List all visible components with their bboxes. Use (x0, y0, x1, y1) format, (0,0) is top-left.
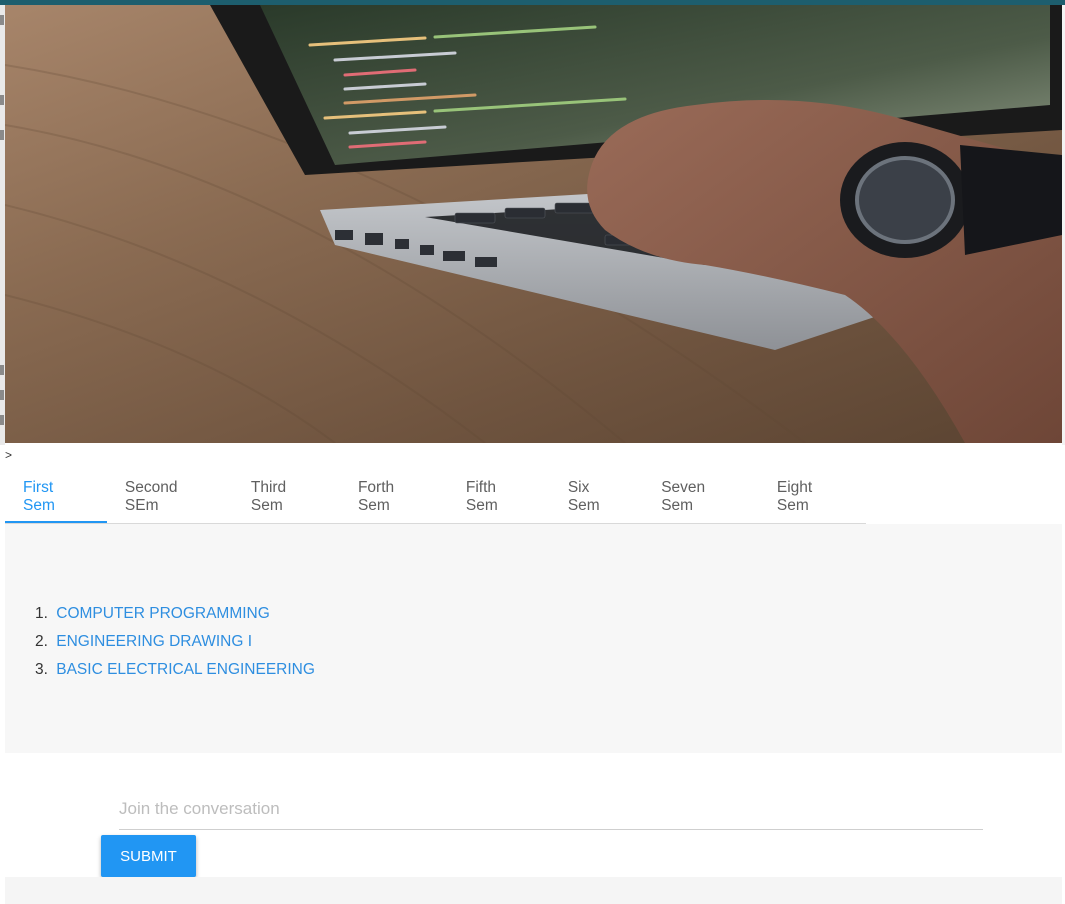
subjects-panel: 1. Computer Programming 2. Engineering D… (5, 524, 1062, 753)
tab-seven-sem[interactable]: Seven Sem (643, 471, 759, 522)
hero-image-laptop-coding (5, 5, 1062, 443)
tab-first-sem[interactable]: First Sem (5, 471, 107, 523)
subject-link-engineering-drawing[interactable]: Engineering Drawing I (56, 633, 252, 650)
tab-six-sem[interactable]: Six Sem (550, 471, 643, 522)
footer-band (5, 877, 1062, 904)
list-item-number: 3. (35, 661, 48, 678)
subject-list: 1. Computer Programming 2. Engineering D… (35, 600, 315, 684)
tab-eight-sem[interactable]: Eight Sem (759, 471, 866, 522)
tab-fifth-sem[interactable]: Fifth Sem (448, 471, 550, 522)
comment-input[interactable] (119, 789, 983, 830)
submit-button[interactable]: SUBMIT (101, 835, 196, 877)
comment-form: SUBMIT (5, 753, 1062, 877)
list-item: 1. Computer Programming (35, 600, 315, 628)
subject-link-computer-programming[interactable]: Computer Programming (56, 605, 270, 622)
list-item: 2. Engineering Drawing I (35, 628, 315, 656)
list-item: 3. Basic Electrical Engineering (35, 656, 315, 684)
header-caret: > (5, 448, 13, 462)
tab-second-sem[interactable]: Second SEm (107, 471, 233, 522)
list-item-number: 2. (35, 633, 48, 650)
hero-illustration (5, 5, 1062, 443)
subject-link-basic-electrical-engineering[interactable]: Basic Electrical Engineering (56, 661, 315, 678)
semester-tabs: First Sem Second SEm Third Sem Forth Sem… (5, 471, 866, 524)
list-item-number: 1. (35, 605, 48, 622)
tab-forth-sem[interactable]: Forth Sem (340, 471, 448, 522)
tab-third-sem[interactable]: Third Sem (233, 471, 340, 522)
